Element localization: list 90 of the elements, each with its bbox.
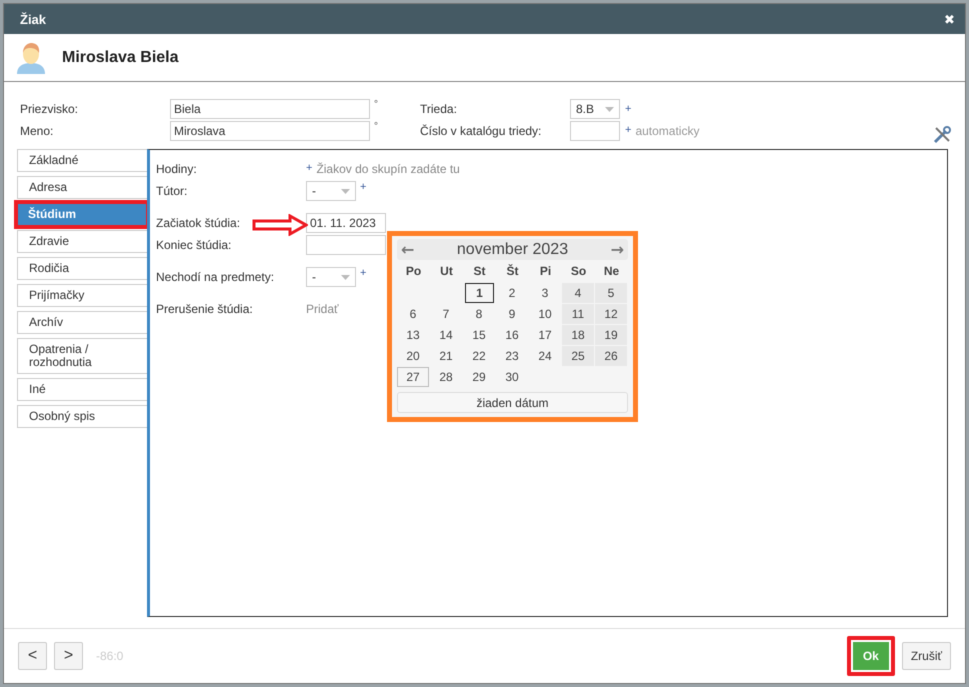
weekday-label: Po xyxy=(404,263,422,280)
text-link[interactable]: Žiakov do skupín zadáte tu xyxy=(316,162,460,176)
previous-button[interactable]: < xyxy=(18,642,47,670)
next-button[interactable]: > xyxy=(54,642,83,670)
section-tab[interactable]: Rodičia xyxy=(17,257,147,280)
field-marker: + xyxy=(306,162,312,174)
field-label: Koniec štúdia: xyxy=(156,238,232,252)
caret-icon xyxy=(341,274,350,280)
field-marker: + xyxy=(360,267,366,279)
section-tab[interactable]: Základné xyxy=(17,149,147,172)
field-marker: ° xyxy=(373,99,379,110)
calendar-day[interactable]: 10 xyxy=(529,304,561,324)
text-link[interactable]: Pridať xyxy=(306,302,339,316)
calendar-day[interactable]: 16 xyxy=(496,325,528,345)
field-label: Prerušenie štúdia: xyxy=(156,302,254,316)
section-tab[interactable]: Archív xyxy=(17,311,147,334)
weekday-label: St xyxy=(472,263,486,280)
student-name: Miroslava Biela xyxy=(62,48,178,66)
month-title: november 2023 xyxy=(456,240,568,258)
field-label: Priezvisko: xyxy=(20,102,80,116)
date-field[interactable]: 01. 11. 2023 xyxy=(306,213,386,233)
field-label: Číslo v katalógu triedy: xyxy=(420,124,542,138)
field-label: Meno: xyxy=(20,124,54,138)
field-hint: automaticky xyxy=(635,124,700,138)
tools-icon[interactable] xyxy=(933,126,951,144)
field-label: Hodiny: xyxy=(156,162,198,176)
calendar-day[interactable]: 26 xyxy=(595,346,627,366)
calendar-day[interactable]: 27 xyxy=(397,367,429,387)
field-label: Trieda: xyxy=(420,102,458,116)
calendar-day[interactable]: 4 xyxy=(562,283,594,303)
caret-icon xyxy=(341,188,350,194)
field-marker: + xyxy=(360,181,366,193)
dropdown[interactable]: - xyxy=(306,267,356,287)
close-button[interactable]: ✖ xyxy=(944,12,955,26)
calendar-day[interactable]: 29 xyxy=(463,367,495,387)
calendar-day[interactable]: 5 xyxy=(595,283,627,303)
calendar-day[interactable]: 17 xyxy=(529,325,561,345)
dropdown[interactable]: - xyxy=(306,181,356,201)
date-field[interactable] xyxy=(306,235,386,255)
class-select[interactable]: 8.B xyxy=(570,99,620,119)
user-avatar-icon xyxy=(16,42,46,74)
calendar-day[interactable]: 8 xyxy=(463,304,495,324)
calendar-day[interactable]: 3 xyxy=(529,283,561,303)
weekday-label: Ne xyxy=(602,263,620,280)
weekday-label: Št xyxy=(506,263,520,280)
caret-icon xyxy=(605,106,614,112)
weekday-label: So xyxy=(570,263,588,280)
calendar-day[interactable]: 18 xyxy=(562,325,594,345)
calendar-day[interactable]: 2 xyxy=(496,283,528,303)
weekday-label: Ut xyxy=(439,263,454,280)
clear-date-button[interactable]: žiaden dátum xyxy=(397,392,628,413)
number-field[interactable] xyxy=(570,121,620,141)
calendar-day[interactable]: 11 xyxy=(562,304,594,324)
calendar-day[interactable]: 13 xyxy=(397,325,429,345)
calendar-day[interactable]: 21 xyxy=(430,346,462,366)
section-tab[interactable]: Prijímačky xyxy=(17,284,147,307)
cancel-button[interactable]: Zrušiť xyxy=(902,642,951,670)
text-field[interactable]: Biela xyxy=(170,99,370,119)
calendar-day[interactable]: 14 xyxy=(430,325,462,345)
calendar-day[interactable]: 9 xyxy=(496,304,528,324)
calendar-day[interactable]: 25 xyxy=(562,346,594,366)
section-tab[interactable]: Iné xyxy=(17,378,147,401)
calendar-day[interactable]: 15 xyxy=(463,325,495,345)
field-marker: + xyxy=(624,124,632,136)
field-label: Tútor: xyxy=(156,184,188,198)
section-tab[interactable]: Štúdium xyxy=(14,200,150,229)
calendar-day[interactable]: 6 xyxy=(397,304,429,324)
section-tab[interactable]: Zdravie xyxy=(17,230,147,253)
calendar-day[interactable]: 20 xyxy=(397,346,429,366)
calendar-day[interactable]: 19 xyxy=(595,325,627,345)
field-label: Začiatok štúdia: xyxy=(156,216,242,230)
field-marker: + xyxy=(624,103,632,115)
calendar-day[interactable]: 7 xyxy=(430,304,462,324)
text-field[interactable]: Miroslava xyxy=(170,121,370,141)
section-tab[interactable]: Osobný spis xyxy=(17,405,147,428)
calendar-day[interactable]: 28 xyxy=(430,367,462,387)
next-month-button[interactable]: → xyxy=(610,240,624,259)
window-title: Žiak xyxy=(20,12,46,26)
field-marker: ° xyxy=(373,121,379,132)
weekday-label: Pi xyxy=(538,263,552,280)
field-label: Nechodí na predmety: xyxy=(156,270,276,284)
previous-month-button[interactable]: ← xyxy=(401,240,414,259)
calendar-day[interactable]: 23 xyxy=(496,346,528,366)
calendar-day[interactable]: 24 xyxy=(529,346,561,366)
section-tab[interactable]: Adresa xyxy=(17,176,147,199)
calendar-day[interactable]: 22 xyxy=(463,346,495,366)
calendar-day[interactable]: 1 xyxy=(465,283,494,303)
section-tab[interactable]: Opatrenia / rozhodnutia xyxy=(17,338,147,374)
calendar-day[interactable]: 12 xyxy=(595,304,627,324)
calendar-day[interactable]: 30 xyxy=(496,367,528,387)
